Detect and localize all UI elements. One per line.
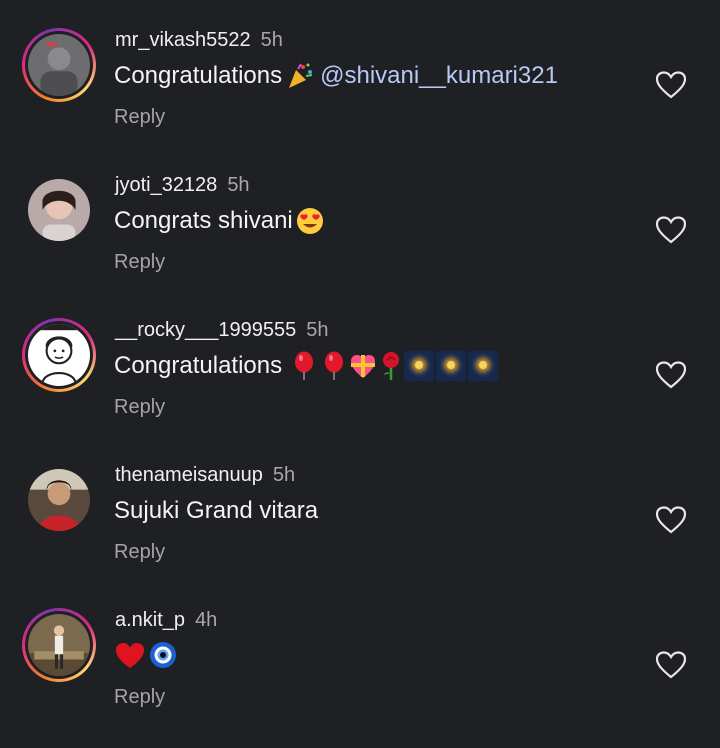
reply-button[interactable]: Reply: [114, 394, 165, 420]
rose-icon: [380, 351, 402, 381]
timestamp: 5h: [306, 319, 329, 341]
username[interactable]: jyoti_32128: [115, 174, 217, 196]
comment-item: thenameisanuup 5h Sujuki Grand vitara Rep…: [0, 463, 720, 603]
comment-body: Congratulations: [114, 62, 283, 89]
like-heart-icon[interactable]: [656, 216, 686, 244]
comment-item: __rocky___1999555 5h Congratulations Repl…: [0, 318, 720, 458]
balloon-icon: [292, 351, 316, 381]
avatar[interactable]: [22, 173, 96, 247]
username[interactable]: mr_vikash5522: [115, 29, 251, 51]
mention-link[interactable]: @shivani__kumari321: [320, 60, 558, 92]
gift-heart-icon: [348, 351, 378, 381]
nazar-amulet-icon: [148, 640, 178, 670]
sparkler-icon: [436, 351, 467, 381]
avatar[interactable]: [22, 608, 96, 682]
comment-meta: thenameisanuup 5h: [115, 463, 295, 487]
avatar[interactable]: [22, 318, 96, 392]
timestamp: 5h: [260, 29, 283, 51]
like-heart-icon[interactable]: [656, 71, 686, 99]
comment-body: Congrats shivani: [114, 207, 293, 234]
balloon-icon: [322, 351, 346, 381]
comments-list: mr_vikash5522 5h Congratulations @shivani…: [0, 0, 720, 738]
comment-meta: jyoti_32128 5h: [115, 173, 250, 197]
red-heart-icon: [114, 640, 146, 670]
reply-button[interactable]: Reply: [114, 539, 165, 565]
like-heart-icon[interactable]: [656, 506, 686, 534]
username[interactable]: __rocky___1999555: [115, 319, 296, 341]
comment-meta: __rocky___1999555 5h: [115, 318, 329, 342]
timestamp: 5h: [227, 174, 250, 196]
comment-item: jyoti_32128 5h Congrats shivani Reply: [0, 173, 720, 313]
comment-item: mr_vikash5522 5h Congratulations @shivani…: [0, 28, 720, 168]
like-heart-icon[interactable]: [656, 361, 686, 389]
comment-meta: mr_vikash5522 5h: [115, 28, 283, 52]
reply-button[interactable]: Reply: [114, 249, 165, 275]
comment-meta: a.nkit_p 4h: [115, 608, 217, 632]
comment-item: a.nkit_p 4h Reply: [0, 608, 720, 748]
comment-text: Sujuki Grand vitara: [114, 495, 318, 527]
sparkler-icon: [404, 351, 435, 381]
timestamp: 5h: [272, 464, 296, 486]
avatar[interactable]: [22, 28, 96, 102]
comment-text: Congratulations: [114, 350, 499, 382]
sparkler-icon: [468, 351, 499, 381]
comment-body: Sujuki Grand vitara: [114, 497, 319, 524]
party-popper-icon: [286, 62, 314, 90]
username[interactable]: thenameisanuup: [115, 464, 263, 486]
comment-text: Congratulations @shivani__kumari321: [114, 60, 558, 92]
comment-body: Congratulations: [114, 352, 283, 379]
heart-eyes-face-icon: [295, 206, 325, 236]
reply-button[interactable]: Reply: [114, 684, 165, 710]
timestamp: 4h: [195, 609, 218, 631]
avatar[interactable]: [22, 463, 96, 537]
comment-text: [114, 640, 178, 670]
username[interactable]: a.nkit_p: [115, 609, 185, 631]
comment-text: Congrats shivani: [114, 205, 325, 237]
like-heart-icon[interactable]: [656, 651, 686, 679]
reply-button[interactable]: Reply: [114, 104, 165, 130]
